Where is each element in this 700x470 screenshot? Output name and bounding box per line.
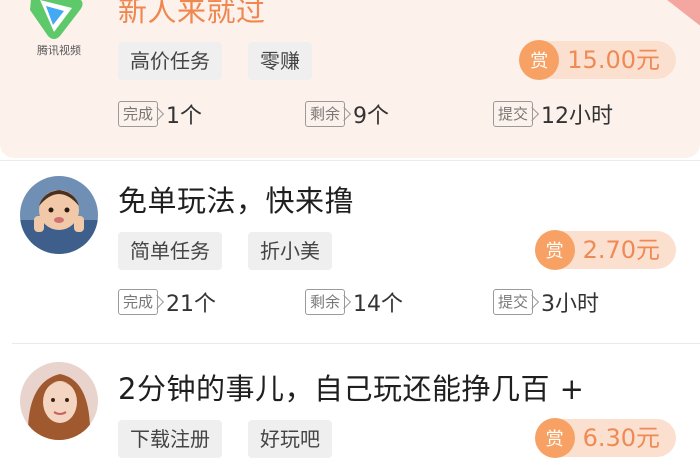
divider	[12, 343, 700, 344]
tag: 高价任务	[118, 42, 222, 80]
task-title[interactable]: 2分钟的事儿，自己玩还能挣几百 +	[118, 366, 584, 408]
stat-value: 21个	[166, 292, 217, 317]
stat-value: 14个	[353, 292, 404, 317]
stat-left: 剩余 9个	[305, 98, 389, 130]
child-photo-icon	[20, 176, 98, 254]
stat-value: 9个	[353, 104, 390, 129]
task-title[interactable]: 免单玩法，快来撸	[118, 178, 354, 220]
reward-badge: 赏 15.00元	[519, 40, 676, 80]
tag: 零赚	[248, 42, 312, 80]
stat-submit: 提交 12小时	[493, 98, 613, 130]
task-card[interactable]: 腾讯视频 新人来就过 高价任务 零赚 赏 15.00元 完成 1个 剩余 9个 …	[0, 0, 700, 158]
tag: 下载注册	[118, 420, 222, 458]
stat-done: 完成 21个	[118, 286, 216, 318]
avatar	[20, 176, 98, 254]
logo-text: 腾讯视频	[37, 43, 81, 57]
task-title[interactable]: 新人来就过	[118, 0, 266, 30]
woman-photo-icon	[20, 362, 98, 440]
stat-done: 完成 1个	[118, 98, 202, 130]
reward-coin-icon: 赏	[519, 40, 560, 80]
stat-value: 3小时	[541, 292, 600, 317]
reward-badge: 赏 2.70元	[534, 230, 676, 270]
reward-coin-icon: 赏	[534, 230, 575, 270]
tag: 好玩吧	[248, 420, 332, 458]
reward-badge: 赏 6.30元	[534, 418, 676, 458]
stat-submit: 提交 3小时	[493, 286, 599, 318]
reward-amount: 15.00元	[541, 41, 676, 79]
stat-value: 12小时	[541, 104, 614, 129]
task-card[interactable]: 2分钟的事儿，自己玩还能挣几百 + 下载注册 好玩吧 赏 6.30元	[0, 352, 700, 470]
avatar: 腾讯视频	[20, 0, 98, 58]
corner-ribbon	[658, 0, 700, 37]
stat-left: 剩余 14个	[305, 286, 403, 318]
tag: 简单任务	[118, 232, 222, 270]
avatar	[20, 362, 98, 440]
divider	[0, 160, 700, 161]
task-card[interactable]: 免单玩法，快来撸 简单任务 折小美 赏 2.70元 完成 21个 剩余 14个 …	[0, 166, 700, 344]
stat-value: 1个	[166, 104, 203, 129]
reward-coin-icon: 赏	[534, 418, 575, 458]
tag: 折小美	[248, 232, 332, 270]
video-app-logo-icon: 腾讯视频	[30, 0, 83, 57]
